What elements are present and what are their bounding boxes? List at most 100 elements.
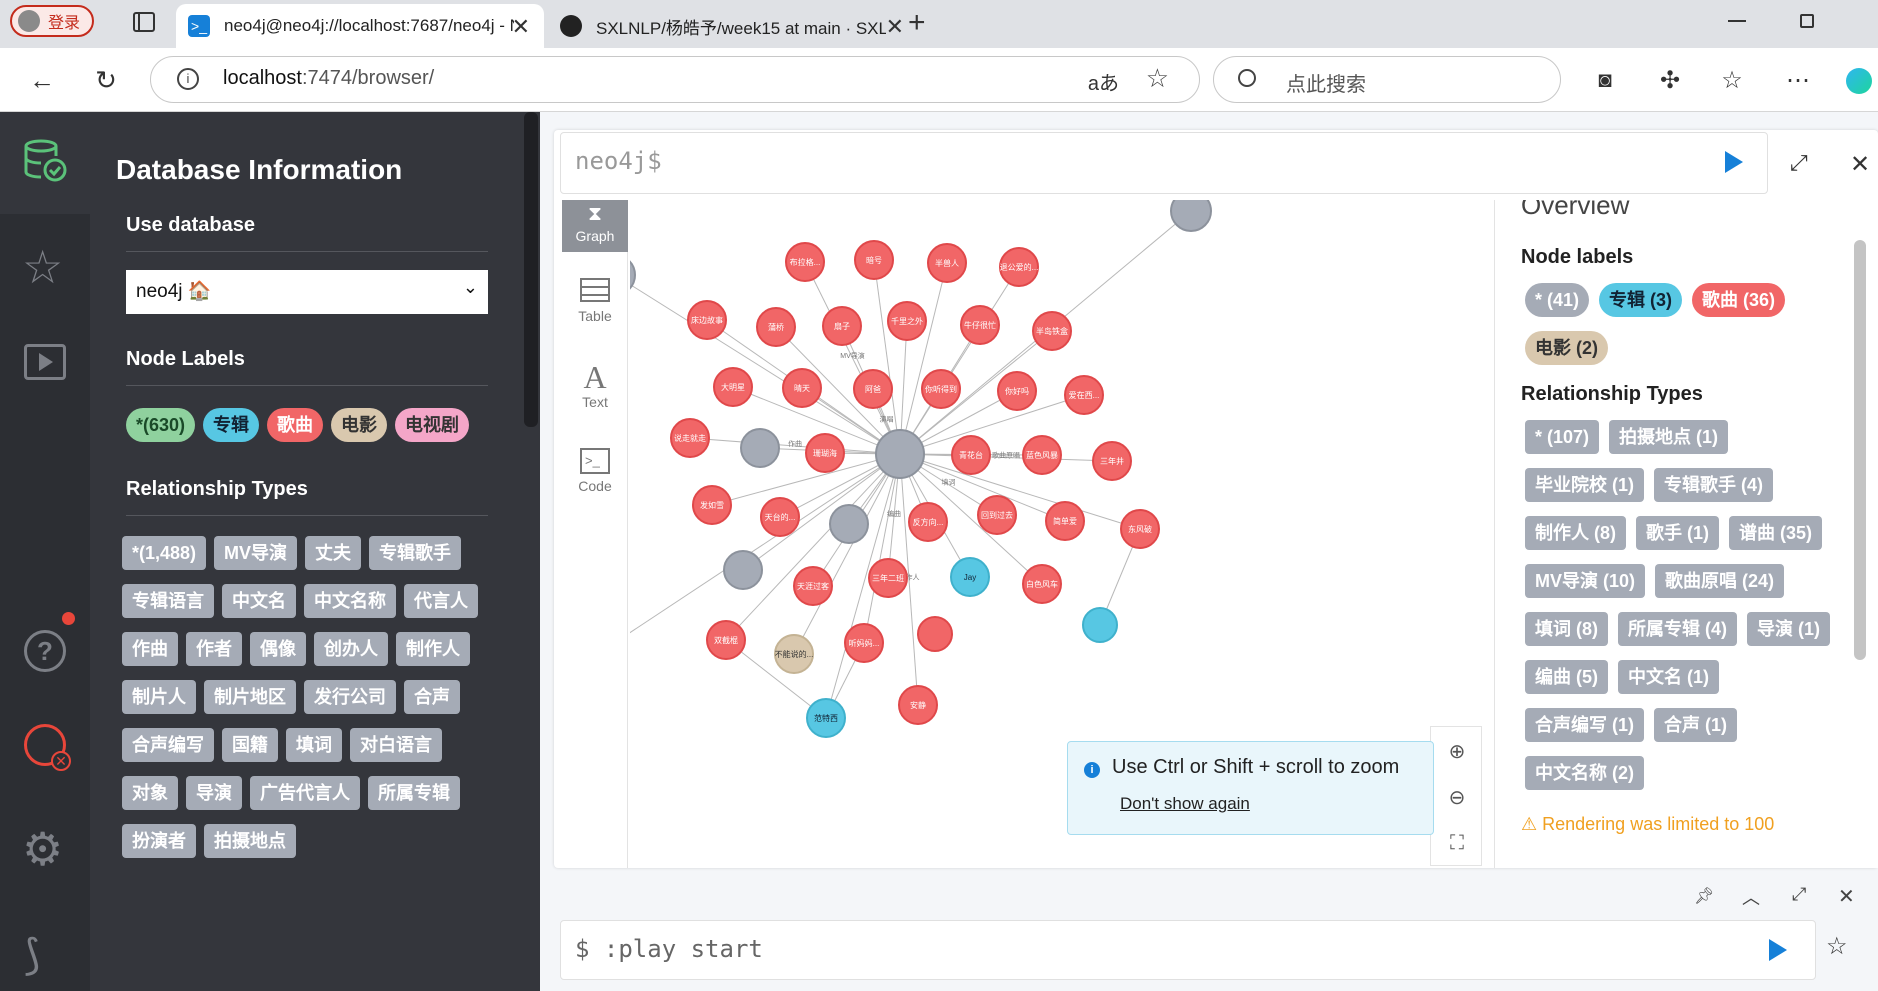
relationship-type-tag[interactable]: 偶像 — [250, 632, 306, 666]
overview-rel-type-tag[interactable]: MV导演 (10) — [1525, 564, 1646, 598]
back-icon[interactable]: ← — [22, 60, 62, 100]
node-label-chip[interactable]: 电视剧 — [395, 408, 470, 442]
command-bar[interactable]: $ :play start — [560, 920, 1816, 980]
overview-rel-type-tag[interactable]: 所属专辑 (4) — [1618, 612, 1737, 646]
relationship-type-tag[interactable]: 代言人 — [404, 584, 478, 618]
pin-icon[interactable]: 📌︎ — [1694, 886, 1714, 906]
new-tab-icon[interactable]: + — [908, 6, 926, 40]
overview-rel-type-tag[interactable]: 合声 (1) — [1654, 708, 1737, 742]
overview-rel-type-tag[interactable]: 导演 (1) — [1747, 612, 1830, 646]
drawer-scrollbar[interactable] — [524, 112, 538, 427]
relationship-type-tag[interactable]: 对象 — [122, 776, 178, 810]
unlabeled-node[interactable] — [723, 550, 763, 590]
overview-rel-type-tag[interactable]: 中文名 (1) — [1618, 660, 1719, 694]
view-code[interactable]: >_ Code — [562, 448, 628, 494]
more-icon[interactable]: ⋯ — [1778, 60, 1818, 100]
overview-rel-type-tag[interactable]: 拍摄地点 (1) — [1609, 420, 1729, 454]
collapse-icon[interactable]: ︿ — [1742, 884, 1760, 910]
song-node[interactable] — [917, 616, 953, 652]
favorites-icon[interactable]: ☆ — [1712, 60, 1752, 100]
tab-github[interactable]: SXLNLP/杨皓予/week15 at main · SXLNLP ✕ — [548, 4, 918, 48]
minimize-icon[interactable] — [1728, 20, 1746, 22]
run-query-icon[interactable] — [1725, 151, 1743, 173]
favorite-star-icon[interactable]: ☆ — [1146, 63, 1169, 94]
relationship-type-tag[interactable]: *(1,488) — [122, 536, 207, 570]
close-cmd-icon[interactable]: ✕ — [1838, 884, 1855, 909]
overview-rel-type-tag[interactable]: 编曲 (5) — [1525, 660, 1608, 694]
guides-icon[interactable] — [24, 344, 66, 380]
restore-icon[interactable] — [1800, 14, 1814, 28]
relationship-type-tag[interactable]: 所属专辑 — [368, 776, 460, 810]
relationship-type-tag[interactable]: 发行公司 — [304, 680, 396, 714]
favorite-command-star-icon[interactable]: ☆ — [1826, 932, 1848, 961]
overview-rel-type-tag[interactable]: 毕业院校 (1) — [1525, 468, 1644, 502]
relationship-type-tag[interactable]: 创办人 — [314, 632, 388, 666]
overview-rel-type-tag[interactable]: 填词 (8) — [1525, 612, 1608, 646]
overview-rel-type-tag[interactable]: 歌手 (1) — [1636, 516, 1719, 550]
overview-node-label-chip[interactable]: 歌曲 (36) — [1692, 283, 1786, 317]
extensions-bag-icon[interactable]: ◙ — [1585, 60, 1625, 100]
album-node[interactable] — [1082, 607, 1118, 643]
overview-node-label-chip[interactable]: * (41) — [1525, 283, 1590, 317]
relationship-type-tag[interactable]: 导演 — [186, 776, 242, 810]
relationship-type-tag[interactable]: 对白语言 — [350, 728, 442, 762]
fit-to-screen-icon[interactable]: ⛶ — [1431, 823, 1483, 863]
relationship-type-tag[interactable]: 广告代言人 — [250, 776, 360, 810]
refresh-icon[interactable]: ↻ — [86, 60, 126, 100]
relationship-type-tag[interactable]: MV导演 — [214, 536, 298, 570]
relationship-type-tag[interactable]: 合声 — [404, 680, 460, 714]
overview-rel-type-tag[interactable]: 合声编写 (1) — [1525, 708, 1644, 742]
overview-node-label-chip[interactable]: 电影 (2) — [1525, 331, 1608, 365]
unlabeled-node[interactable] — [740, 428, 780, 468]
center-node[interactable] — [875, 429, 925, 479]
view-table[interactable]: Table — [562, 278, 628, 324]
connection-error-icon[interactable]: ✕ — [24, 724, 71, 771]
workspaces-icon[interactable] — [133, 12, 155, 32]
address-bar[interactable]: i localhost:7474/browser/ aあ ☆ — [150, 56, 1200, 103]
query-editor[interactable]: neo4j$ — [560, 132, 1768, 194]
node-label-chip[interactable]: 歌曲 — [267, 408, 324, 442]
zoom-in-icon[interactable]: ⊕ — [1431, 731, 1483, 771]
relationship-type-tag[interactable]: 作者 — [186, 632, 242, 666]
dont-show-again-link[interactable]: Don't show again — [1120, 794, 1250, 814]
copilot-icon[interactable] — [1846, 68, 1872, 94]
favorites-star-icon[interactable]: ☆ — [22, 240, 63, 294]
expand-icon[interactable]: ⤢ — [1792, 884, 1806, 905]
relationship-type-tag[interactable]: 填词 — [286, 728, 342, 762]
database-icon[interactable] — [0, 112, 90, 214]
overview-rel-type-tag[interactable]: * (107) — [1525, 420, 1600, 454]
about-icon[interactable]: ⟆ — [24, 930, 40, 979]
node-label-chip[interactable]: *(630) — [126, 408, 196, 442]
view-text[interactable]: A Text — [562, 360, 628, 410]
overview-rel-type-tag[interactable]: 专辑歌手 (4) — [1654, 468, 1773, 502]
close-tab-icon[interactable]: ✕ — [886, 14, 904, 40]
overview-rel-type-tag[interactable]: 谱曲 (35) — [1729, 516, 1823, 550]
close-tab-icon[interactable]: ✕ — [512, 14, 530, 40]
profile-button[interactable]: 登录 — [10, 5, 94, 37]
relationship-type-tag[interactable]: 作曲 — [122, 632, 178, 666]
settings-gear-icon[interactable]: ⚙ — [22, 822, 63, 876]
help-icon[interactable]: ? — [24, 630, 66, 672]
tab-neo4j[interactable]: >_ neo4j@neo4j://localhost:7687/neo4j - … — [176, 4, 544, 48]
node-label-chip[interactable]: 电影 — [331, 408, 388, 442]
relationship-type-tag[interactable]: 丈夫 — [305, 536, 362, 570]
relationship-type-tag[interactable]: 扮演者 — [122, 824, 196, 858]
relationship-type-tag[interactable]: 专辑歌手 — [369, 536, 462, 570]
zoom-out-icon[interactable]: ⊖ — [1431, 777, 1483, 817]
fullscreen-icon[interactable]: ⤢ — [1790, 150, 1808, 176]
overview-rel-type-tag[interactable]: 中文名称 (2) — [1525, 756, 1644, 790]
node-label-chip[interactable]: 专辑 — [203, 408, 260, 442]
database-select[interactable]: neo4j 🏠 ⌄ — [126, 270, 488, 314]
search-box[interactable]: 点此搜索 — [1213, 56, 1561, 103]
extensions-icon[interactable]: ✣ — [1650, 60, 1690, 100]
unlabeled-node[interactable] — [1170, 200, 1212, 232]
relationship-type-tag[interactable]: 国籍 — [222, 728, 278, 762]
site-info-icon[interactable]: i — [177, 68, 199, 90]
relationship-type-tag[interactable]: 拍摄地点 — [204, 824, 296, 858]
view-graph[interactable]: ⧗ Graph — [562, 200, 628, 252]
unlabeled-node[interactable] — [630, 255, 636, 295]
overview-node-label-chip[interactable]: 专辑 (3) — [1599, 283, 1683, 317]
relationship-type-tag[interactable]: 合声编写 — [122, 728, 214, 762]
overview-scrollbar[interactable] — [1854, 240, 1866, 660]
read-aloud-icon[interactable]: aあ — [1088, 67, 1119, 96]
